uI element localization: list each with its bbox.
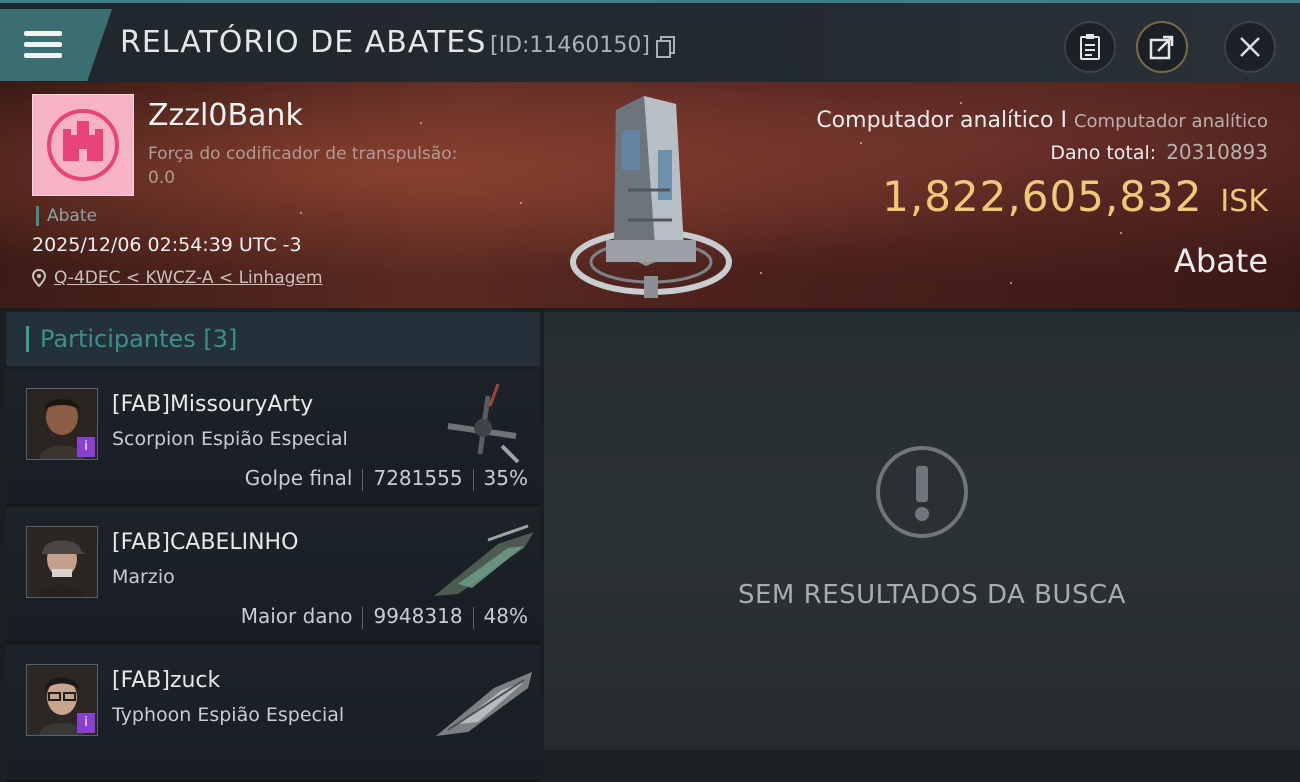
participant-damage: 9948318 xyxy=(373,604,463,628)
clipboard-button[interactable] xyxy=(1064,21,1116,73)
share-icon xyxy=(1149,35,1174,60)
victim-name[interactable]: Zzzl0Bank xyxy=(148,98,303,133)
castle-icon xyxy=(47,109,119,181)
status-badge: i xyxy=(77,713,95,733)
participant-ship: Marzio xyxy=(112,566,175,588)
avatar[interactable]: i xyxy=(26,664,98,736)
kill-banner: Zzzl0Bank Força do codificador de transp… xyxy=(0,82,1300,308)
ship-image[interactable] xyxy=(428,514,536,604)
damage-value: 20310893 xyxy=(1166,140,1268,164)
divider xyxy=(362,606,364,629)
share-button[interactable] xyxy=(1136,21,1188,73)
divider xyxy=(472,468,474,491)
menu-button[interactable] xyxy=(0,9,112,81)
ship-name: Computador analítico I xyxy=(816,108,1067,133)
victim-ship: Computador analítico I Computador analít… xyxy=(816,108,1268,133)
ship-type: Computador analítico xyxy=(1073,111,1268,132)
ship-image[interactable] xyxy=(428,652,536,742)
isk-amount: 1,822,605,832 xyxy=(882,172,1203,221)
participant-percent: 48% xyxy=(483,604,528,628)
force-value: 0.0 xyxy=(148,168,176,188)
page-title: RELATÓRIO DE ABATES xyxy=(120,25,487,60)
participant-role: Maior dano xyxy=(240,604,353,628)
participant-percent: 35% xyxy=(483,466,528,490)
corporation-logo[interactable] xyxy=(32,94,134,196)
clipboard-icon xyxy=(1080,34,1100,60)
participants-count: [3] xyxy=(203,325,238,353)
isk-value: 1,822,605,832 ISK xyxy=(882,172,1268,221)
participant-row[interactable]: i [FAB]zuck Typhoon Espião Especial xyxy=(6,646,540,782)
copy-icon[interactable] xyxy=(656,36,676,58)
participant-row[interactable]: [FAB]CABELINHO Marzio Maior dano 9948318 4… xyxy=(6,508,540,644)
kill-location[interactable]: Q-4DEC < KWCZ-A < Linhagem xyxy=(32,268,323,288)
participants-header: Participantes [3] xyxy=(6,312,540,366)
close-icon xyxy=(1240,37,1260,57)
participant-stats: Maior dano 9948318 48% xyxy=(241,604,528,629)
participant-ship: Scorpion Espião Especial xyxy=(112,428,348,450)
participant-name[interactable]: [FAB]CABELINHO xyxy=(112,530,298,555)
map-pin-icon xyxy=(32,269,46,287)
kill-result: Abate xyxy=(1173,242,1268,280)
kill-datetime: 2025/12/06 02:54:39 UTC -3 xyxy=(32,234,302,256)
total-damage: Dano total: 20310893 xyxy=(1050,140,1268,164)
empty-state-message: SEM RESULTADOS DA BUSCA xyxy=(738,580,1126,610)
top-bar: RELATÓRIO DE ABATES [ID:11460150] xyxy=(0,0,1300,82)
participants-panel: Participantes [3] i [FAB]MissouryArty Sc… xyxy=(6,312,540,782)
force-label: Força do codificador de transpulsão: xyxy=(148,144,458,164)
hamburger-icon xyxy=(24,31,62,59)
divider xyxy=(362,468,364,491)
structure-image[interactable] xyxy=(566,90,736,304)
participant-stats: Golpe final 7281555 35% xyxy=(245,466,528,491)
location-link[interactable]: Q-4DEC < KWCZ-A < Linhagem xyxy=(54,268,323,288)
report-id: [ID:11460150] xyxy=(490,33,650,58)
damage-label: Dano total: xyxy=(1050,142,1157,164)
participant-ship: Typhoon Espião Especial xyxy=(112,704,345,726)
avatar[interactable]: i xyxy=(26,388,98,460)
participant-role: Golpe final xyxy=(244,466,353,490)
close-button[interactable] xyxy=(1224,21,1276,73)
participant-name[interactable]: [FAB]zuck xyxy=(112,668,220,693)
divider xyxy=(472,606,474,629)
isk-unit: ISK xyxy=(1220,184,1268,219)
pilot-portrait xyxy=(27,527,97,597)
participant-name[interactable]: [FAB]MissouryArty xyxy=(112,392,313,417)
status-badge: i xyxy=(77,437,95,457)
participant-damage: 7281555 xyxy=(373,466,463,490)
exclamation-icon xyxy=(876,446,968,538)
participants-label: Participantes xyxy=(40,325,196,353)
ship-image[interactable] xyxy=(428,376,536,466)
participant-row[interactable]: i [FAB]MissouryArty Scorpion Espião Espe… xyxy=(6,370,540,506)
kill-type-tag: Abate xyxy=(36,206,97,226)
avatar[interactable] xyxy=(26,526,98,598)
